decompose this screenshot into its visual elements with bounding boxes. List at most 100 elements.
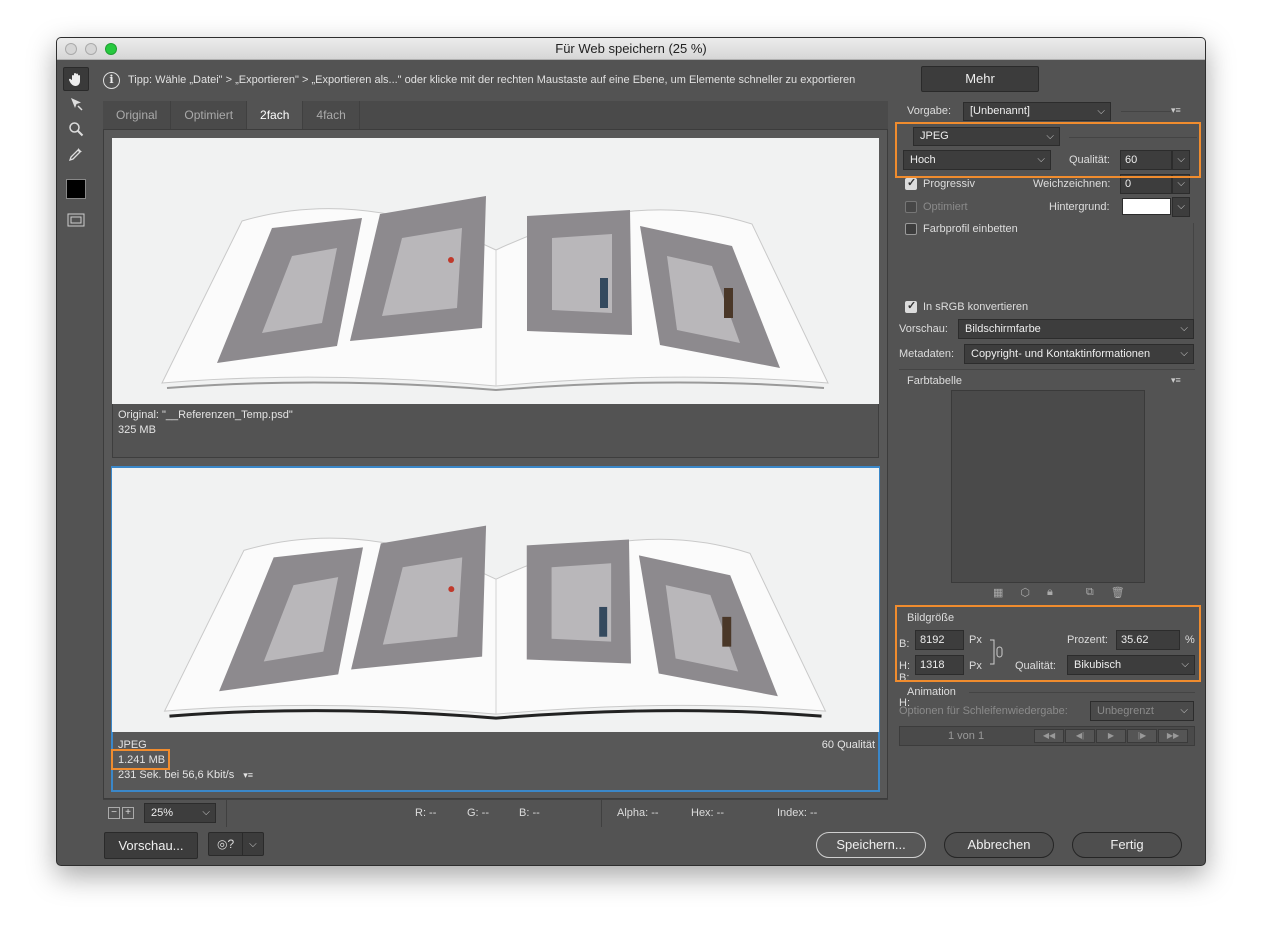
previous-frame-icon[interactable]: ◀| [1065,729,1095,743]
toggle-slices-visibility[interactable] [63,208,89,232]
magnifier-icon [69,122,84,137]
window-title: Für Web speichern (25 %) [555,41,707,56]
save-for-web-dialog: Für Web speichern (25 %) i Tipp: Wähle „… [56,37,1206,866]
optimized-info: JPEG 1.241 MB 231 Sek. bei 56,6 Kbit/s ▾… [114,733,879,790]
preview-canvas[interactable]: Original: "__Referenzen_Temp.psd" 325 MB [103,129,888,799]
highlight-format-quality [895,122,1201,178]
slices-icon [67,213,85,227]
tip-bar: i Tipp: Wähle „Datei" > „Exportieren" > … [97,61,1205,99]
status-bar: − + 25% ⌵ R: -- G: -- B: -- Alpha: -- Hex… [103,799,888,827]
book-photo-optimized [163,525,827,720]
trash-icon[interactable]: 🗑︎ [1111,586,1125,599]
web-snap-icon[interactable]: ▦ [993,586,1003,599]
play-icon[interactable]: ▶ [1096,729,1126,743]
close-window-button[interactable] [65,43,77,55]
lock-icon[interactable]: 🔒︎ [1047,586,1053,599]
info-icon: i [103,71,120,89]
matte-select[interactable]: ⌵ [1172,197,1190,217]
zoom-out-button[interactable]: − [108,807,120,819]
original-filename: Original: "__Referenzen_Temp.psd" [118,409,293,421]
save-button[interactable]: Speichern... [816,832,926,858]
progressive-label: Progressiv [923,178,975,190]
download-time: 231 Sek. bei 56,6 Kbit/s [118,769,235,781]
progressive-checkbox[interactable] [905,176,917,190]
more-button[interactable]: Mehr [921,66,1039,92]
book-photo-original [161,196,829,392]
hand-tool[interactable] [63,67,89,91]
optimized-preview-image[interactable] [112,468,879,732]
srgb-checkbox[interactable] [905,299,917,313]
next-frame-icon[interactable]: |▶ [1127,729,1157,743]
optimized-format: JPEG [118,739,147,751]
readout-alpha: Alpha: -- [617,807,659,819]
new-color-icon[interactable]: ⧉ [1086,586,1094,599]
animation-group: Animation Optionen für Schleifenwiederga… [893,682,1205,752]
optimized-checkbox[interactable] [905,201,917,213]
eyedropper-color-swatch[interactable] [63,177,89,201]
download-rate-menu-icon[interactable]: ▾≡ [243,770,253,780]
tool-bar [63,67,93,233]
metadata-label: Metadaten: [899,348,955,360]
embed-profile-checkbox[interactable] [905,223,917,235]
loop-options-select[interactable]: Unbegrenzt ⌵ [1090,701,1194,721]
readout-index: Index: -- [777,807,818,819]
preview-label: Vorschau: [899,323,948,335]
done-button[interactable]: Fertig [1072,832,1182,858]
tab-optimized[interactable]: Optimiert [171,101,248,129]
hand-icon [68,73,80,86]
preview-in-browser-button[interactable]: Vorschau... [104,832,198,859]
color-table-menu-icon[interactable]: ▾≡ [1171,375,1181,386]
zoom-window-button[interactable] [105,43,117,55]
highlight-filesize [111,749,170,770]
chevron-down-icon: ⌵ [249,838,257,850]
tab-original[interactable]: Original [103,101,172,129]
original-filesize: 325 MB [118,424,156,436]
zoom-tool[interactable] [63,117,89,141]
matte-label: Hintergrund: [1049,201,1110,213]
color-cube-icon[interactable]: ⬡ [1020,586,1030,599]
last-frame-icon[interactable]: ▶▶ [1158,729,1188,743]
readout-blue: B: -- [519,807,540,819]
readout-red: R: -- [415,807,437,819]
readout-hex: Hex: -- [691,807,724,819]
title-bar: Für Web speichern (25 %) [57,38,1205,60]
tab-2up[interactable]: 2fach [247,101,304,129]
animation-title: Animation [907,686,956,698]
eyedropper-tool[interactable] [63,142,89,166]
optimized-label: Optimiert [923,201,968,213]
blur-label: Weichzeichnen: [1033,178,1111,190]
zoom-in-button[interactable]: + [122,807,134,819]
optimized-filesize: 1.241 MB [118,754,166,766]
frame-controls: 1 von 1 ◀◀ ◀| ▶ |▶ ▶▶ [899,726,1195,746]
color-table[interactable] [951,390,1145,583]
preset-select[interactable]: [Unbenannt] ⌵ [963,102,1111,121]
slice-select-icon [71,98,83,111]
color-swatch [66,179,86,199]
embed-profile-label: Farbprofil einbetten [923,223,1018,235]
original-preview-image[interactable] [112,138,879,404]
cancel-button[interactable]: Abbrechen [944,832,1054,858]
slice-select-tool[interactable] [63,92,89,116]
minimize-window-button[interactable] [85,43,97,55]
preset-label: Vorgabe: [907,105,952,117]
loop-options-label: Optionen für Schleifenwiedergabe: [899,705,1068,717]
srgb-label: In sRGB konvertieren [923,301,1029,313]
original-info: Original: "__Referenzen_Temp.psd" 325 MB [112,404,879,458]
zoom-level-select[interactable]: 25% ⌵ [144,803,216,823]
tip-text: Tipp: Wähle „Datei" > „Exportieren" > „E… [128,74,856,86]
frame-counter: 1 von 1 [948,730,985,742]
matte-color-swatch[interactable] [1122,198,1171,215]
optimized-quality: 60 Qualität [821,739,875,751]
first-frame-icon[interactable]: ◀◀ [1034,729,1064,743]
preset-menu-icon[interactable]: ▾≡ [1171,105,1181,116]
metadata-select[interactable]: Copyright- und Kontaktinformationen ⌵ [964,344,1194,364]
color-table-label: Farbtabelle [907,375,963,387]
tab-4up[interactable]: 4fach [303,101,360,129]
browser-select[interactable]: ◎? ⌵ [208,832,264,856]
view-tabs: Original Optimiert 2fach 4fach [103,101,888,129]
readout-green: G: -- [467,807,489,819]
preview-color-select[interactable]: Bildschirmfarbe ⌵ [958,319,1194,339]
highlight-image-size [895,605,1201,682]
eyedropper-icon [68,148,82,162]
browser-icon: ◎? [217,837,235,851]
